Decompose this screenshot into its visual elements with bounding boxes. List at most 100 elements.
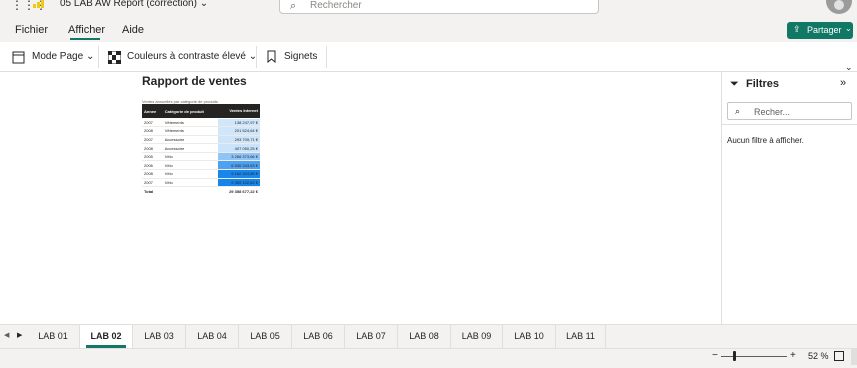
zoom-slider-thumb[interactable] xyxy=(733,351,737,361)
search-placeholder: Rechercher xyxy=(310,0,362,11)
cell-year: 2005 xyxy=(142,152,163,162)
filter-search-placeholder: Recher... xyxy=(754,107,791,117)
cell-sales: 6 530 343,53 € xyxy=(217,160,260,171)
column-header-category[interactable]: Catégorie de produit xyxy=(162,104,218,118)
bookmark-icon xyxy=(267,50,276,63)
collapse-pane-icon[interactable]: » xyxy=(840,77,846,89)
chevron-down-icon: ⌄ xyxy=(85,51,95,62)
toolbar-divider xyxy=(98,46,99,68)
zoom-level: 52 % xyxy=(808,351,829,361)
cell-category: Vêtements xyxy=(162,126,218,136)
page-tab-lab-11[interactable]: LAB 11 xyxy=(556,325,606,348)
user-avatar-icon[interactable] xyxy=(826,0,852,14)
toolbar-divider xyxy=(256,46,257,68)
table-row[interactable]: 2008 Vélo 9 162 324,85 € xyxy=(142,169,260,179)
no-filters-message: Aucun filtre à afficher. xyxy=(727,136,804,145)
cell-sales: 9 162 324,85 € xyxy=(217,169,260,179)
table-row[interactable]: 2005 Vélo 3 266 373,66 € xyxy=(142,152,260,162)
search-box[interactable]: ⌕ Rechercher xyxy=(279,0,599,14)
cell-sales: 9 359 102,62 € xyxy=(217,178,260,188)
cell-year: 2007 xyxy=(142,118,163,128)
total-spacer xyxy=(162,186,218,196)
share-icon: ⇪ xyxy=(793,24,801,34)
search-icon: ⌕ xyxy=(290,0,297,12)
zoom-out-button[interactable]: − xyxy=(712,350,718,361)
title-bar: ⋮⋮⋮ 05 LAB AW Report (correction) ⌄ ⌕ Re… xyxy=(0,0,857,14)
zoom-slider-track[interactable] xyxy=(721,356,787,357)
table-row[interactable]: 2006 Vélo 6 530 343,53 € xyxy=(142,160,260,171)
page-tab-lab-04[interactable]: LAB 04 xyxy=(186,325,239,348)
cell-year: 2006 xyxy=(142,160,163,171)
mode-page-button[interactable]: Mode Page ⌄ xyxy=(32,51,94,62)
page-tab-lab-01[interactable]: LAB 01 xyxy=(27,325,80,348)
total-value: 29 358 677,22 € xyxy=(217,186,260,196)
zoom-in-button[interactable]: + xyxy=(790,350,796,361)
cell-category: Vêtements xyxy=(162,118,218,128)
report-canvas xyxy=(0,72,721,324)
menu-afficher[interactable]: Afficher xyxy=(68,24,105,36)
active-menu-indicator xyxy=(70,38,100,40)
table-total-row: Total 29 358 677,22 € xyxy=(142,186,260,196)
column-header-sales[interactable]: Ventes Internet xyxy=(217,104,260,119)
total-label: Total xyxy=(142,186,163,196)
page-tab-lab-06[interactable]: LAB 06 xyxy=(292,325,345,348)
high-contrast-icon xyxy=(108,51,121,64)
chevron-down-icon: ⌄ xyxy=(199,0,209,9)
table-row[interactable]: 2008 Accessoire 407 050,25 € xyxy=(142,143,260,153)
table-row[interactable]: 2007 Vêtements 138 247,97 € xyxy=(142,118,260,128)
page-tab-lab-05[interactable]: LAB 05 xyxy=(239,325,292,348)
chevron-down-icon: ⌄ xyxy=(845,24,852,33)
cell-sales: 138 247,97 € xyxy=(217,118,260,128)
cell-category: Vélo xyxy=(162,152,218,162)
page-tab-lab-09[interactable]: LAB 09 xyxy=(451,325,503,348)
cell-category: Accessoire xyxy=(162,135,218,145)
page-tab-lab-03[interactable]: LAB 03 xyxy=(133,325,186,348)
menu-aide[interactable]: Aide xyxy=(122,24,144,36)
filter-search-input[interactable]: ⌕ Recher... xyxy=(727,102,852,120)
page-tab-lab-08[interactable]: LAB 08 xyxy=(398,325,451,348)
report-title-text: 05 LAB AW Report (correction) xyxy=(60,0,197,9)
share-button[interactable]: ⇪ Partager ⌄ xyxy=(787,22,853,39)
cell-category: Vélo xyxy=(162,178,218,188)
cell-year: 2008 xyxy=(142,169,163,179)
share-label: Partager xyxy=(807,25,842,35)
table-header-row: Annee Catégorie de produit Ventes Intern… xyxy=(142,104,260,119)
filter-divider xyxy=(722,124,857,125)
cell-year: 2008 xyxy=(142,126,163,136)
cell-sales: 293 709,71 € xyxy=(217,135,260,145)
column-header-year[interactable]: Annee xyxy=(142,104,163,118)
column-header-sales-label: Ventes Internet xyxy=(229,108,258,114)
bookmarks-button[interactable]: Signets xyxy=(284,51,317,62)
cell-sales: 201 524,64 € xyxy=(217,126,260,136)
page-view-icon xyxy=(12,51,25,64)
cell-category: Vélo xyxy=(162,169,218,179)
cell-sales: 3 266 373,66 € xyxy=(217,152,260,162)
search-icon: ⌕ xyxy=(735,106,741,116)
table-row[interactable]: 2007 Vélo 9 359 102,62 € xyxy=(142,178,260,188)
table-body: 2007 Vêtements 138 247,97 €2008 Vêtements 20… xyxy=(142,118,260,196)
filter-icon: ⏷ xyxy=(730,78,739,90)
high-contrast-button[interactable]: Couleurs à contraste élevé ⌄ xyxy=(127,51,257,62)
report-heading: Rapport de ventes xyxy=(142,74,247,88)
table-row[interactable]: 2008 Vêtements 201 524,64 € xyxy=(142,126,260,136)
filters-title: Filtres xyxy=(746,78,780,90)
menu-fichier[interactable]: Fichier xyxy=(15,24,48,36)
prev-page-icon[interactable]: ◀ xyxy=(4,331,9,339)
toolbar-divider xyxy=(326,46,327,68)
sales-table[interactable]: Annee Catégorie de produit Ventes Intern… xyxy=(142,104,260,196)
next-page-icon[interactable]: ▶ xyxy=(17,331,22,339)
table-row[interactable]: 2007 Accessoire 293 709,71 € xyxy=(142,135,260,145)
mode-page-label: Mode Page xyxy=(32,51,84,62)
page-tab-lab-10[interactable]: LAB 10 xyxy=(503,325,556,348)
cell-year: 2008 xyxy=(142,143,163,153)
fit-to-page-icon[interactable] xyxy=(834,351,844,361)
report-title-dropdown[interactable]: 05 LAB AW Report (correction) ⌄ xyxy=(60,0,208,9)
powerbi-logo-icon xyxy=(33,0,45,8)
status-bar xyxy=(0,348,857,368)
page-tab-lab-02[interactable]: LAB 02 xyxy=(80,325,133,348)
page-tab-lab-07[interactable]: LAB 07 xyxy=(345,325,398,348)
high-contrast-label: Couleurs à contraste élevé xyxy=(127,51,246,62)
cell-year: 2007 xyxy=(142,178,163,188)
cell-category: Accessoire xyxy=(162,143,218,153)
cell-year: 2007 xyxy=(142,135,163,145)
